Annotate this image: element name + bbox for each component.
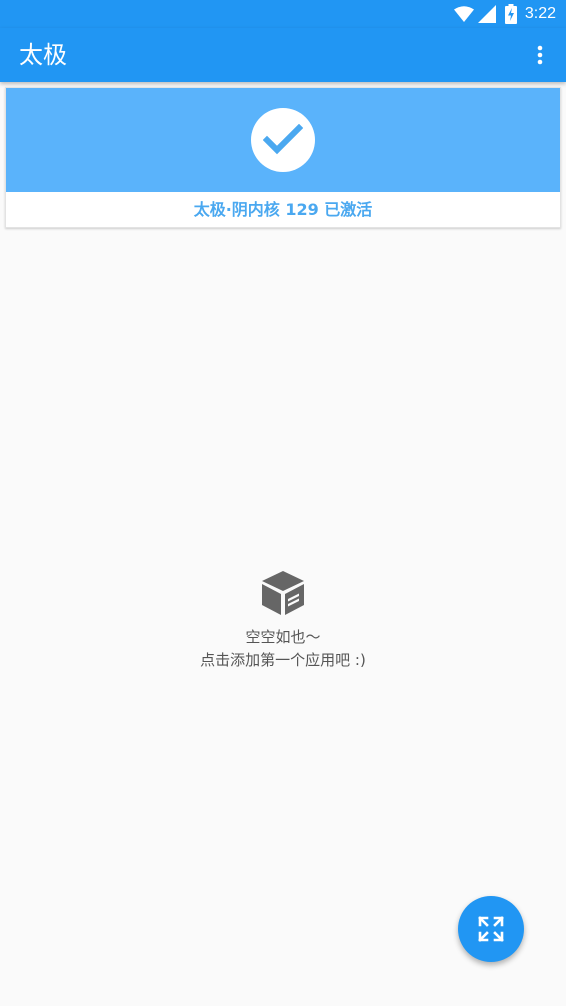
- app-bar: 太极: [0, 28, 566, 82]
- check-circle-icon: [251, 108, 315, 172]
- package-icon: [262, 571, 304, 615]
- battery-charging-icon: [504, 4, 517, 24]
- status-banner: [6, 88, 560, 192]
- wifi-icon: [453, 6, 474, 22]
- status-time: 3:22: [524, 5, 556, 22]
- cellular-signal-icon: [477, 5, 496, 23]
- framework-status-card[interactable]: 太极·阴内核 129 已激活: [5, 87, 561, 228]
- more-vert-icon: [537, 45, 543, 65]
- empty-hint: 点击添加第一个应用吧 :): [200, 651, 366, 669]
- app-title: 太极: [19, 41, 67, 69]
- overflow-menu-button[interactable]: [526, 41, 554, 69]
- empty-state: 空空如也～ 点击添加第一个应用吧 :): [0, 568, 566, 672]
- activation-status-label: 太极·阴内核 129 已激活: [193, 200, 373, 219]
- add-app-fab[interactable]: [458, 896, 524, 962]
- expand-arrows-icon: [478, 916, 504, 942]
- check-icon: [263, 124, 303, 155]
- empty-title: 空空如也～: [245, 628, 321, 646]
- status-icons: 3:22: [453, 4, 556, 24]
- status-bar: 3:22: [0, 0, 566, 28]
